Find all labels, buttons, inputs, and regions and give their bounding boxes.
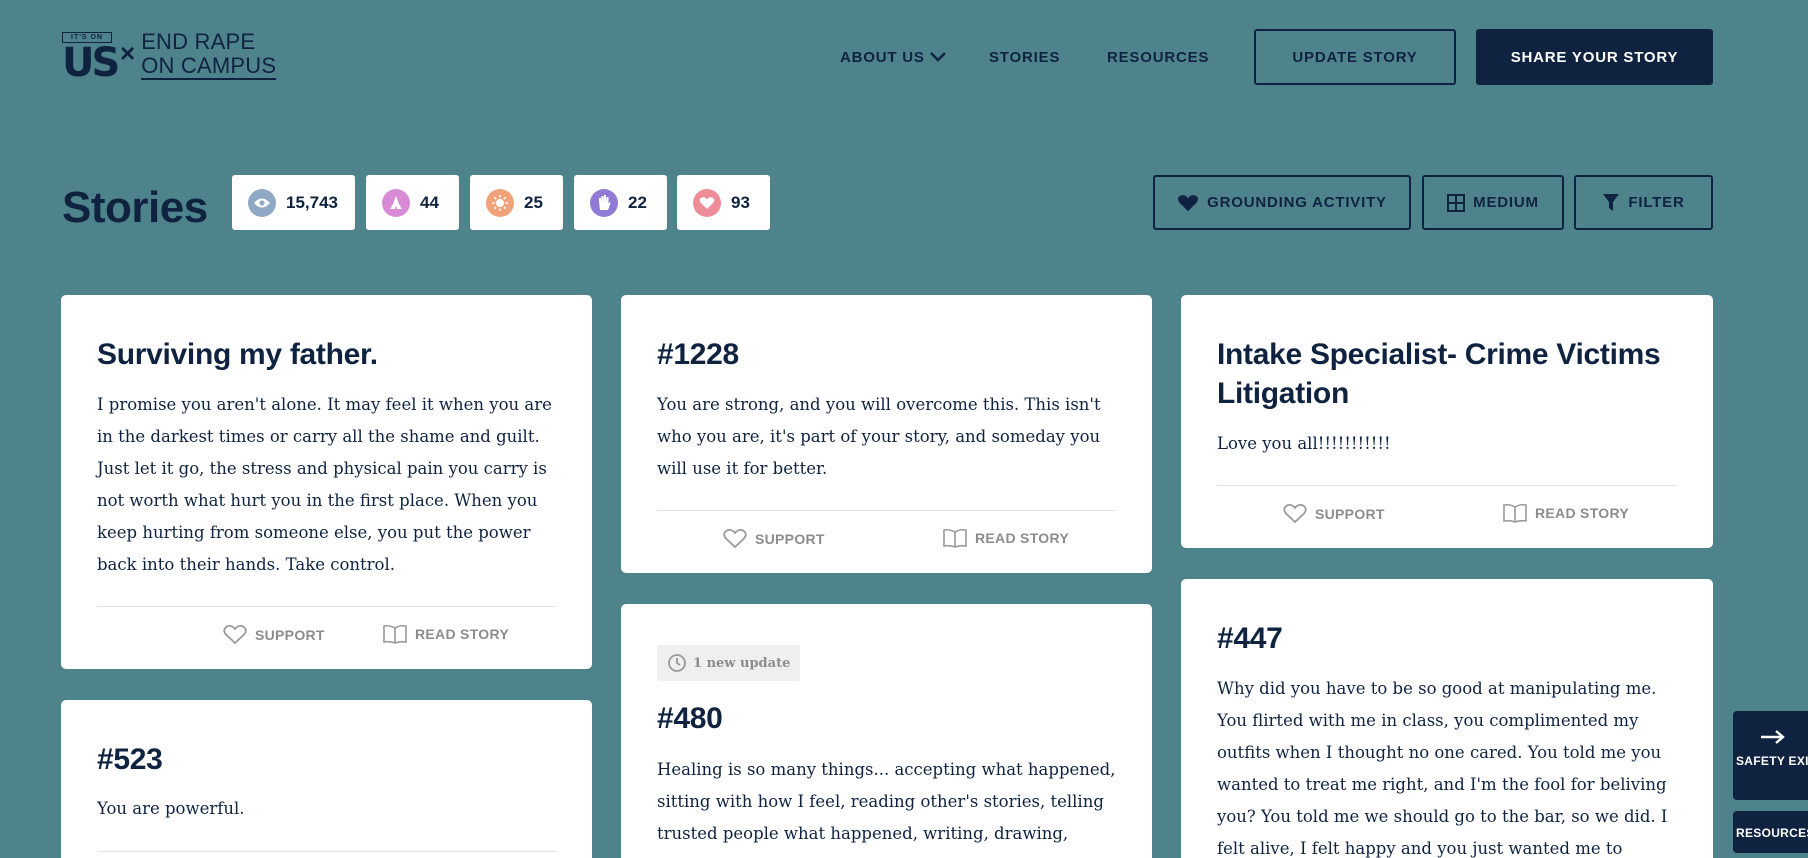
stat-hands-value: 22	[628, 192, 647, 212]
story-title: Surviving my father.	[97, 338, 378, 371]
stat-hands: 22	[574, 175, 667, 230]
read-story-label: READ STORY	[415, 626, 510, 642]
support-button[interactable]: SUPPORT	[723, 528, 825, 549]
book-icon	[943, 528, 967, 548]
story-title: Intake Specialist- Crime Victims Litigat…	[1217, 338, 1661, 410]
read-story-label: READ STORY	[975, 530, 1070, 546]
stat-views-value: 15,743	[286, 192, 338, 212]
arrow-right-icon	[1761, 730, 1785, 744]
support-label: SUPPORT	[755, 530, 825, 547]
raised-hand-icon	[590, 188, 618, 217]
grounding-activity-label: GROUNDING ACTIVITY	[1207, 194, 1387, 211]
heart-outline-icon	[1283, 504, 1307, 524]
clock-icon	[668, 654, 686, 672]
story-excerpt: I promise you aren't alone. It may feel …	[97, 395, 552, 574]
card-divider	[97, 606, 557, 607]
main-nav: ABOUT US STORIES RESOURCES UPDATE STORY …	[0, 29, 1808, 85]
medium-view-label: MEDIUM	[1473, 194, 1539, 211]
update-badge: 1 new update	[657, 645, 801, 681]
story-title: #523	[97, 743, 163, 776]
read-story-button[interactable]: READ STORY	[943, 528, 1069, 548]
book-icon	[1503, 503, 1527, 523]
praying-hands-icon	[382, 188, 410, 217]
card-actions: SUPPORT READ STORY	[657, 528, 1117, 558]
nav-resources[interactable]: RESOURCES	[1107, 29, 1209, 85]
read-story-button[interactable]: READ STORY	[383, 624, 509, 644]
story-card[interactable]: #523 You are powerful.	[61, 700, 592, 858]
support-label: SUPPORT	[1315, 505, 1385, 522]
support-button[interactable]: SUPPORT	[223, 624, 325, 645]
nav-about-us[interactable]: ABOUT US	[840, 29, 947, 85]
support-label: SUPPORT	[255, 626, 325, 643]
card-divider	[97, 851, 557, 852]
grid-icon	[1447, 193, 1466, 212]
card-actions: SUPPORT READ STORY	[97, 624, 557, 654]
story-excerpt: Why did you have to be so good at manipu…	[1217, 679, 1668, 858]
story-excerpt: Love you all!!!!!!!!!!!	[1217, 434, 1391, 453]
grounding-activity-button[interactable]: GROUNDING ACTIVITY	[1153, 175, 1411, 230]
story-excerpt: You are strong, and you will overcome th…	[657, 395, 1101, 478]
story-excerpt: Healing is so many things... accepting w…	[657, 760, 1116, 843]
stat-sun: 25	[470, 175, 563, 230]
heart-icon	[693, 188, 721, 217]
stat-hearts-value: 93	[731, 192, 750, 212]
story-card[interactable]: Surviving my father. I promise you aren'…	[61, 295, 592, 669]
safety-exit-button[interactable]: SAFETY EXIT	[1733, 711, 1808, 800]
story-card[interactable]: Intake Specialist- Crime Victims Litigat…	[1181, 295, 1713, 548]
story-title: #480	[657, 702, 723, 735]
read-story-button[interactable]: READ STORY	[1503, 503, 1629, 523]
eye-icon	[248, 188, 276, 217]
story-card[interactable]: #1228 You are strong, and you will overc…	[621, 295, 1152, 573]
support-button[interactable]: SUPPORT	[1283, 503, 1385, 524]
heart-icon	[1178, 194, 1199, 211]
stat-prayers: 44	[366, 175, 459, 230]
story-title: #447	[1217, 622, 1283, 655]
story-title: #1228	[657, 338, 739, 371]
resources-side-label: RESOURCES	[1736, 826, 1808, 840]
nav-about-label: ABOUT US	[840, 48, 925, 66]
stat-hearts: 93	[677, 175, 770, 230]
book-icon	[383, 624, 407, 644]
filter-label: FILTER	[1628, 194, 1685, 211]
card-divider	[657, 510, 1117, 511]
read-story-label: READ STORY	[1535, 505, 1630, 521]
filter-button[interactable]: FILTER	[1574, 175, 1713, 230]
stat-sun-value: 25	[524, 192, 543, 212]
nav-stories[interactable]: STORIES	[989, 29, 1060, 85]
heart-outline-icon	[223, 625, 247, 645]
stat-views: 15,743	[232, 175, 355, 230]
filter-icon	[1603, 193, 1620, 211]
chevron-down-icon	[929, 52, 946, 62]
card-divider	[1217, 485, 1677, 486]
sun-icon	[486, 188, 514, 217]
stat-prayers-value: 44	[420, 192, 439, 212]
site-header: IT'S ON US × END RAPE ON CAMPUS ABOUT US…	[0, 0, 1808, 115]
story-card[interactable]: 1 new update #480 Healing is so many thi…	[621, 604, 1152, 858]
resources-side-button[interactable]: RESOURCES	[1733, 811, 1808, 853]
update-badge-label: 1 new update	[693, 655, 791, 671]
story-card[interactable]: #447 Why did you have to be so good at m…	[1181, 579, 1713, 858]
update-story-button[interactable]: UPDATE STORY	[1254, 29, 1456, 85]
page-title: Stories	[62, 183, 208, 232]
card-actions: SUPPORT READ STORY	[1217, 503, 1677, 533]
share-your-story-button[interactable]: SHARE YOUR STORY	[1476, 29, 1713, 85]
story-excerpt: You are powerful.	[97, 799, 245, 818]
medium-view-button[interactable]: MEDIUM	[1422, 175, 1564, 230]
heart-outline-icon	[723, 529, 747, 549]
safety-exit-label: SAFETY EXIT	[1736, 754, 1808, 768]
